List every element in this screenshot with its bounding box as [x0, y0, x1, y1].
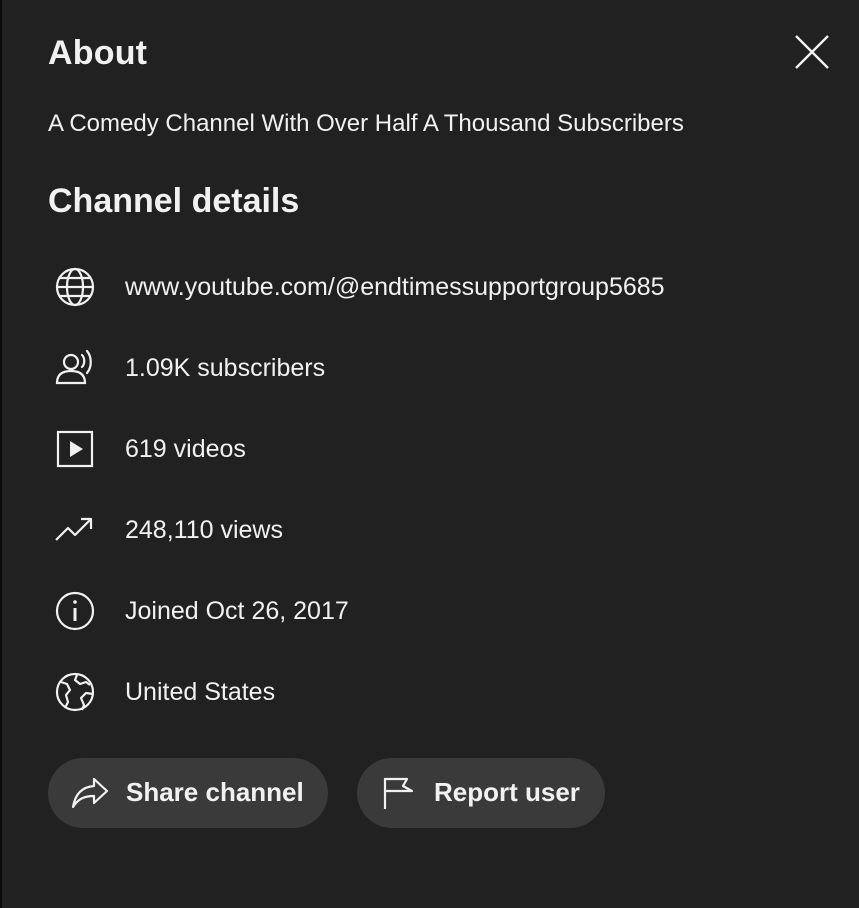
- video-count: 619 videos: [125, 435, 246, 463]
- view-count: 248,110 views: [125, 516, 283, 544]
- detail-row-joined: Joined Oct 26, 2017: [48, 587, 828, 635]
- trending-icon: [48, 506, 102, 554]
- country: United States: [125, 678, 276, 706]
- info-icon: [48, 587, 102, 635]
- share-channel-button[interactable]: Share channel: [48, 758, 328, 828]
- channel-url[interactable]: www.youtube.com/@endtimessupportgroup568…: [125, 273, 665, 302]
- channel-description: A Comedy Channel With Over Half A Thousa…: [48, 110, 684, 137]
- share-channel-label: Share channel: [126, 777, 304, 807]
- section-title: Channel details: [48, 182, 300, 220]
- join-date: Joined Oct 26, 2017: [125, 597, 349, 625]
- flag-icon: [383, 777, 414, 809]
- subscriber-count: 1.09K subscribers: [125, 354, 326, 382]
- earth-icon: [48, 668, 102, 716]
- share-icon: [71, 777, 109, 809]
- subscribers-icon: [48, 344, 102, 392]
- dialog-title: About: [48, 34, 148, 72]
- video-play-icon: [48, 425, 102, 473]
- detail-row-country: United States: [48, 668, 828, 716]
- report-user-label: Report user: [434, 777, 580, 807]
- detail-row-videos: 619 videos: [48, 425, 828, 473]
- detail-row-subscribers: 1.09K subscribers: [48, 344, 828, 392]
- detail-row-views: 248,110 views: [48, 506, 828, 554]
- report-user-button[interactable]: Report user: [357, 758, 605, 828]
- about-dialog: About A Comedy Channel With Over Half A …: [2, 0, 859, 908]
- close-icon: [795, 35, 829, 69]
- close-button[interactable]: [788, 30, 832, 74]
- detail-row-url: www.youtube.com/@endtimessupportgroup568…: [48, 263, 828, 311]
- globe-icon: [48, 263, 102, 311]
